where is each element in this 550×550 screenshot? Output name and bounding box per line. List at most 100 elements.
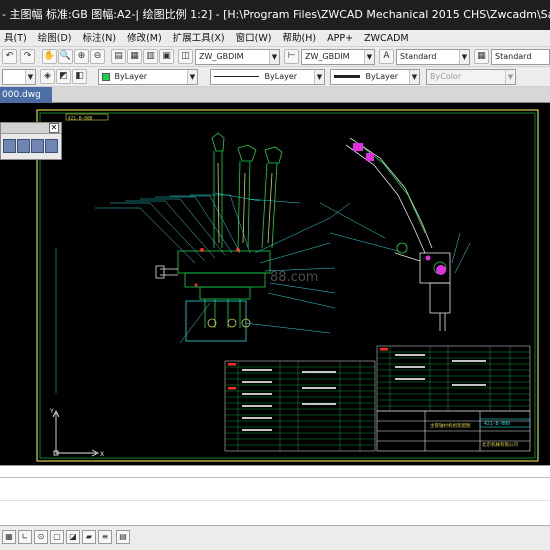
design-center-icon[interactable]: ▦ [127,49,142,64]
lineweight-combo[interactable]: ByLayer ▼ [330,69,420,85]
layer-prev-icon[interactable]: ◧ [72,69,87,84]
parts-list-text-white [242,354,486,431]
menu-zwcadm[interactable]: ZWCADM [360,30,413,46]
command-history-divider [0,477,550,478]
tool-a-icon[interactable] [3,139,16,153]
settings-icon[interactable]: ▤ [116,530,130,544]
title-bar: - 主图幅 标准:GB 图幅:A2-| 绘图比例 1:2] - [H:\Prog… [0,0,550,30]
ucs-y-label: Y [49,408,54,415]
floating-toolbar-icons [1,138,61,156]
tool-palettes-icon[interactable]: ▥ [143,49,158,64]
linetype-preview [214,76,259,77]
tool-d-icon[interactable] [45,139,58,153]
otrack-icon[interactable]: ◪ [66,530,80,544]
menu-app-plus[interactable]: APP+ [323,30,357,46]
linetype-combo[interactable]: ByLayer ▼ [210,69,325,85]
osnap-icon[interactable]: ▢ [50,530,64,544]
chevron-down-icon: ▼ [505,70,515,84]
tablestyle-combo[interactable]: Standard [491,49,550,65]
title-block-caption: 主管轴衬机组装配图 [430,422,471,429]
chevron-down-icon: ▼ [409,70,419,84]
tool-c-icon[interactable] [31,139,44,153]
menu-window[interactable]: 窗口(W) [232,30,276,46]
menu-modify[interactable]: 修改(M) [123,30,166,46]
undo-icon[interactable]: ↶ [2,49,17,64]
properties-toolbar: ▼ ◈ ◩ ◧ ByLayer ▼ ByLayer ▼ ByLayer ▼ By… [0,67,550,87]
polar-icon[interactable]: ⊙ [34,530,48,544]
color-combo[interactable]: ByLayer ▼ [98,69,198,85]
ucs-icon [52,409,100,457]
left-assembly [160,132,283,342]
floating-toolbar[interactable]: ✕ [0,122,62,160]
app-window: - 主图幅 标准:GB 图幅:A2-| 绘图比例 1:2] - [H:\Prog… [0,0,550,550]
model-icon[interactable]: ≡ [98,530,112,544]
dimstyle2-icon[interactable]: ⊢ [284,49,299,64]
right-magenta-parts [353,143,446,275]
chevron-down-icon: ▼ [364,50,374,64]
document-tab-strip: 000.dwg [0,87,550,103]
linetype-combo-value: ByLayer [264,72,298,81]
menu-draw[interactable]: 绘图(D) [34,30,76,46]
zoom-previous-icon[interactable]: ⊖ [90,49,105,64]
ortho-icon[interactable]: ∟ [18,530,32,544]
layer-combo[interactable]: ▼ [2,69,36,85]
chevron-down-icon: ▼ [187,70,197,84]
chevron-down-icon: ▼ [459,50,469,64]
lineweight-preview [334,75,360,78]
chevron-down-icon: ▼ [269,50,279,64]
left-fitting [155,265,165,279]
lineweight-combo-value: ByLayer [365,72,399,81]
plotstyle-combo[interactable]: ByColor ▼ [426,69,516,85]
status-bar: ▦ ∟ ⊙ ▢ ◪ ▰ ≡ ▤ [0,525,550,550]
dimstyle2-combo-value: ZW_GBDIM [305,52,350,61]
plotstyle-combo-value: ByColor [430,72,462,81]
lineweight-icon[interactable]: ▰ [82,530,96,544]
right-leaders [319,202,471,274]
dimstyle-combo[interactable]: ZW_GBDIM ▼ [195,49,280,65]
watermark: 88.com [270,270,318,285]
color-swatch [102,72,110,81]
tablestyle-combo-value: Standard [495,52,532,61]
grid-icon[interactable]: ▦ [2,530,16,544]
document-tab[interactable]: 000.dwg [0,87,52,103]
border-tag: 421-B-000 [68,116,93,122]
chevron-down-icon: ▼ [25,70,35,84]
color-combo-value: ByLayer [114,72,148,81]
close-icon[interactable]: ✕ [49,123,59,133]
document-tab-label: 000.dwg [2,90,41,100]
properties-icon[interactable]: ▤ [111,49,126,64]
left-leaders [55,192,351,393]
menu-bar: 具(T) 绘图(D) 标注(N) 修改(M) 扩展工具(X) 窗口(W) 帮助(… [0,30,550,47]
cad-drawing: 421-B-000 88.com 421-B-000 主管轴衬机组装配图 北京机… [36,109,539,462]
menu-help[interactable]: 帮助(H) [279,30,321,46]
layer-icon[interactable]: ◈ [40,69,55,84]
textstyle-combo-value: Standard [400,52,437,61]
textstyle-icon[interactable]: A [379,49,394,64]
dimstyle-icon[interactable]: ◫ [178,49,193,64]
command-line-area[interactable] [0,465,550,525]
command-input-divider [0,500,550,501]
textstyle-combo[interactable]: Standard ▼ [396,49,470,65]
title-block-company: 北京机械有限公司 [482,441,518,448]
layer-state-icon[interactable]: ◩ [56,69,71,84]
menu-dimension[interactable]: 标注(N) [79,30,121,46]
calculator-icon[interactable]: ▣ [159,49,174,64]
redo-icon[interactable]: ↷ [20,49,35,64]
zoom-realtime-icon[interactable]: 🔍 [58,49,73,64]
zoom-window-icon[interactable]: ⊕ [74,49,89,64]
right-assembly [345,137,451,331]
chevron-down-icon: ▼ [314,70,324,84]
ucs-x-label: X [100,451,104,458]
dimstyle2-combo[interactable]: ZW_GBDIM ▼ [301,49,375,65]
standard-toolbar: ↶ ↷ ✋ 🔍 ⊕ ⊖ ▤ ▦ ▥ ▣ ◫ ZW_GBDIM ▼ ⊢ ZW_GB… [0,47,550,67]
tablestyle-icon[interactable]: ▦ [474,49,489,64]
dimstyle-combo-value: ZW_GBDIM [199,52,244,61]
tool-b-icon[interactable] [17,139,30,153]
pan-icon[interactable]: ✋ [42,49,57,64]
menu-tools[interactable]: 具(T) [0,30,31,46]
parts-list-text-red [228,348,388,390]
drawing-canvas[interactable]: 421-B-000 88.com 421-B-000 主管轴衬机组装配图 北京机… [0,103,550,465]
left-red-markers [194,248,240,287]
floating-toolbar-titlebar[interactable]: ✕ [1,123,61,134]
menu-extend-tools[interactable]: 扩展工具(X) [169,30,229,46]
